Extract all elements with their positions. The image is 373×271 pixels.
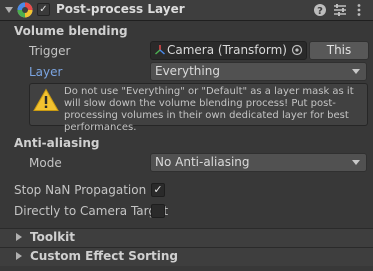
object-picker-icon[interactable] bbox=[291, 44, 303, 56]
post-process-layer-icon bbox=[17, 2, 33, 18]
overflow-menu-icon[interactable] bbox=[354, 3, 364, 17]
preset-icon[interactable] bbox=[333, 3, 347, 17]
component-enabled-checkbox[interactable]: ✓ bbox=[37, 3, 50, 16]
chevron-down-icon bbox=[352, 160, 360, 165]
svg-text:?: ? bbox=[317, 6, 323, 17]
layer-label: Layer bbox=[29, 65, 63, 79]
anti-aliasing-heading: Anti-aliasing bbox=[14, 136, 100, 150]
toolkit-section-label: Toolkit bbox=[30, 230, 76, 244]
help-icon[interactable]: ? bbox=[313, 3, 327, 17]
chevron-right-icon bbox=[16, 233, 22, 241]
anti-aliasing-mode-value: No Anti-aliasing bbox=[155, 155, 250, 169]
layer-mask-value: Everything bbox=[155, 64, 220, 78]
stop-nan-label: Stop NaN Propagation bbox=[14, 183, 147, 197]
volume-blending-heading: Volume blending bbox=[14, 24, 128, 38]
this-button[interactable]: This bbox=[309, 41, 369, 60]
layer-mask-dropdown[interactable]: Everything bbox=[150, 62, 367, 81]
anti-aliasing-mode-dropdown[interactable]: No Anti-aliasing bbox=[150, 153, 367, 172]
direct-to-target-checkbox[interactable] bbox=[151, 204, 165, 218]
trigger-label: Trigger bbox=[29, 44, 71, 58]
component-title: Post-process Layer bbox=[56, 2, 185, 16]
transform-icon bbox=[155, 45, 165, 55]
chevron-down-icon bbox=[352, 69, 360, 74]
stop-nan-checkbox[interactable]: ✓ bbox=[151, 183, 165, 197]
foldout-arrow-icon[interactable] bbox=[5, 7, 13, 13]
direct-to-target-label: Directly to Camera Target bbox=[14, 204, 169, 218]
custom-effect-sorting-section-label: Custom Effect Sorting bbox=[30, 249, 179, 263]
mode-label: Mode bbox=[29, 156, 62, 170]
chevron-right-icon bbox=[16, 252, 22, 260]
trigger-value: Camera (Transform) bbox=[167, 43, 287, 57]
warning-icon bbox=[33, 88, 59, 111]
warning-text: Do not use "Everything" or "Default" as … bbox=[64, 86, 354, 133]
